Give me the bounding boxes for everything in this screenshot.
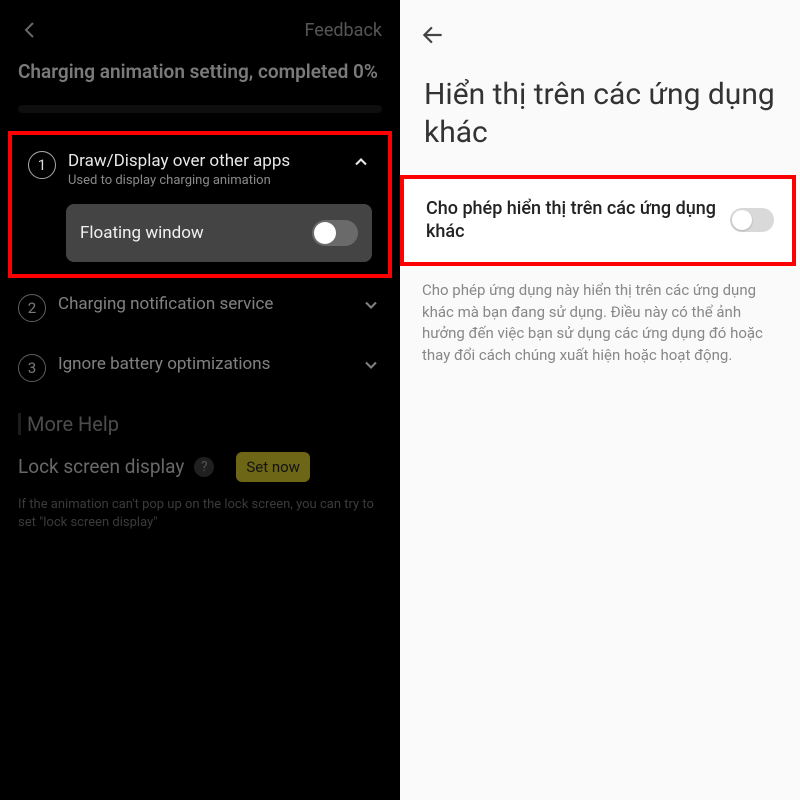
back-icon[interactable] — [18, 18, 42, 42]
lock-screen-row: Lock screen display ? Set now — [0, 442, 400, 492]
more-help-heading: More Help — [0, 398, 400, 442]
more-help-label: More Help — [27, 412, 119, 436]
lock-screen-help-text: If the animation can't pop up on the loc… — [0, 492, 400, 532]
permission-description: Cho phép ứng dụng này hiển thị trên các … — [400, 266, 800, 367]
step2-text: Charging notification service — [58, 294, 348, 314]
topbar: Feedback — [0, 0, 400, 50]
permission-label: Cho phép hiển thị trên các ứng dụng khác — [426, 197, 718, 244]
step1-subtitle: Used to display charging animation — [68, 173, 338, 188]
floating-window-label: Floating window — [80, 223, 204, 243]
dim-section-bottom: 2 Charging notification service 3 Ignore… — [0, 278, 400, 532]
step3-row[interactable]: 3 Ignore battery optimizations — [0, 338, 400, 398]
step1-row[interactable]: 1 Draw/Display over other apps Used to d… — [18, 141, 382, 198]
lock-screen-label: Lock screen display — [18, 455, 184, 478]
permission-row[interactable]: Cho phép hiển thị trên các ứng dụng khác — [404, 179, 792, 262]
chevron-up-icon[interactable] — [350, 151, 372, 173]
highlight-permission: Cho phép hiển thị trên các ứng dụng khác — [400, 175, 796, 266]
set-now-button[interactable]: Set now — [236, 452, 310, 482]
highlight-step1: 1 Draw/Display over other apps Used to d… — [8, 131, 392, 278]
step1-title: Draw/Display over other apps — [68, 151, 338, 171]
step3-title: Ignore battery optimizations — [58, 354, 348, 374]
help-icon[interactable]: ? — [194, 457, 214, 477]
page-title: Charging animation setting, completed 0% — [0, 50, 400, 91]
step1-text: Draw/Display over other apps Used to dis… — [68, 151, 338, 188]
right-screen: Hiển thị trên các ứng dụng khác Cho phép… — [400, 0, 800, 800]
feedback-link[interactable]: Feedback — [305, 20, 382, 41]
dim-section-top: Feedback Charging animation setting, com… — [0, 0, 400, 113]
chevron-down-icon[interactable] — [360, 354, 382, 376]
chevron-down-icon[interactable] — [360, 294, 382, 316]
right-page-title: Hiển thị trên các ứng dụng khác — [400, 58, 800, 175]
right-topbar — [400, 0, 800, 58]
step2-row[interactable]: 2 Charging notification service — [0, 278, 400, 338]
step2-number: 2 — [18, 294, 46, 322]
step2-title: Charging notification service — [58, 294, 348, 314]
back-icon[interactable] — [420, 33, 446, 52]
progress-bar — [18, 105, 382, 113]
step3-number: 3 — [18, 354, 46, 382]
permission-toggle[interactable] — [730, 208, 774, 232]
step3-text: Ignore battery optimizations — [58, 354, 348, 374]
floating-window-card[interactable]: Floating window — [66, 204, 372, 262]
floating-window-toggle[interactable] — [312, 220, 358, 246]
divider-bar — [18, 413, 21, 435]
left-screen: Feedback Charging animation setting, com… — [0, 0, 400, 800]
step1-number: 1 — [28, 151, 56, 179]
